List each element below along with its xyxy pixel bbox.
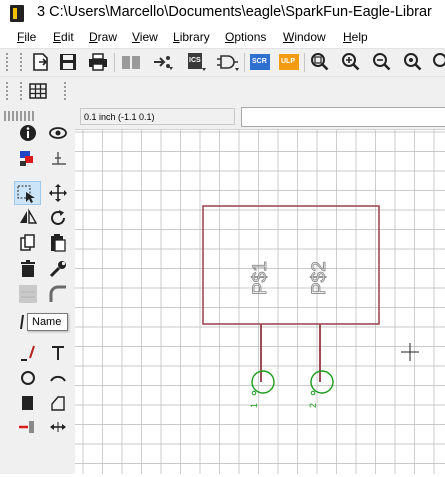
move-icon[interactable] [47,182,69,204]
pin-connection-circle[interactable] [310,370,334,394]
export-icon[interactable] [151,50,175,74]
menu-file[interactable]: File [17,30,36,44]
pin-origin-marker [310,390,316,396]
menu-library[interactable]: Library [173,30,210,44]
change-icon[interactable] [47,258,69,280]
menu-view[interactable]: View [132,30,158,44]
pin-name-label: P$2 [309,261,330,295]
menu-draw[interactable]: Draw [89,30,117,44]
ics-icon[interactable]: ICS [184,50,208,74]
drawing-canvas[interactable]: P$1 1 P$2 2 [75,130,445,474]
eagle-app-icon [10,5,24,22]
grid-icon[interactable] [27,79,51,103]
polygon-icon[interactable] [47,392,69,414]
delete-icon[interactable] [17,258,39,280]
pin-name-label: P$1 [250,261,271,295]
coordinate-display: 0.1 inch (-1.1 0.1) [80,108,235,125]
save-icon[interactable] [56,50,80,74]
zoom-in-icon[interactable] [339,50,363,74]
copy-icon[interactable] [17,232,39,254]
schematic-area[interactable]: P$1 1 P$2 2 [75,130,445,474]
menu-options[interactable]: Options [225,30,266,44]
attribute-icon[interactable] [47,416,69,438]
library-icon[interactable] [119,50,143,74]
pin-connection-circle[interactable] [251,370,275,394]
text-icon[interactable] [47,342,69,364]
script-icon[interactable]: SCR [249,50,273,74]
toolbar-grip[interactable] [20,82,22,100]
panel-grip[interactable] [4,115,34,117]
show-icon[interactable] [47,122,69,144]
toolbar-grip[interactable] [6,53,8,71]
main-toolbar: ICS SCR ULP [0,48,445,76]
toolbar-grip[interactable] [20,53,22,71]
menu-window[interactable]: Window [283,30,326,44]
pin-number-label: 2 [308,403,318,408]
display-layers-icon[interactable] [17,148,39,170]
circle-icon[interactable] [17,367,39,389]
wire-icon[interactable] [17,342,39,364]
coordinate-bar: 0.1 inch (-1.1 0.1) [75,105,445,130]
mark-icon[interactable] [47,148,69,170]
pin-origin-marker [251,390,257,396]
grid-toolbar [0,76,445,106]
print-icon[interactable] [86,50,110,74]
zoom-select-icon[interactable] [430,50,445,74]
window-title: 3 C:\Users\Marcello\Documents\eagle\Spar… [37,4,432,20]
pin-icon[interactable] [17,416,39,438]
tooltip: Name [27,313,68,331]
toolbar-grip[interactable] [6,82,8,100]
menu-edit[interactable]: Edit [53,30,74,44]
zoom-last-icon[interactable] [401,50,425,74]
pin-number-label: 1 [249,403,259,408]
arc-icon[interactable] [47,367,69,389]
symbol-body[interactable] [202,205,380,325]
miter-icon[interactable] [47,283,69,305]
mirror-icon[interactable] [17,207,39,229]
info-icon[interactable] [17,122,39,144]
open-icon[interactable] [29,50,53,74]
toolbar-grip[interactable] [64,82,66,100]
rotate-icon[interactable] [47,207,69,229]
command-input[interactable] [241,107,445,127]
rectangle-icon[interactable] [17,392,39,414]
menu-help[interactable]: Help [343,30,368,44]
zoom-fit-icon[interactable] [308,50,332,74]
ulp-icon[interactable]: ULP [278,50,302,74]
gate-icon[interactable] [216,50,240,74]
crosshair-cursor-icon [401,343,419,361]
name-icon[interactable] [17,283,39,305]
title-bar: 3 C:\Users\Marcello\Documents\eagle\Spar… [0,0,445,26]
menu-bar: File Edit Draw View Library Options Wind… [0,28,445,48]
paste-icon[interactable] [47,232,69,254]
zoom-out-icon[interactable] [370,50,394,74]
select-icon[interactable] [14,181,41,205]
